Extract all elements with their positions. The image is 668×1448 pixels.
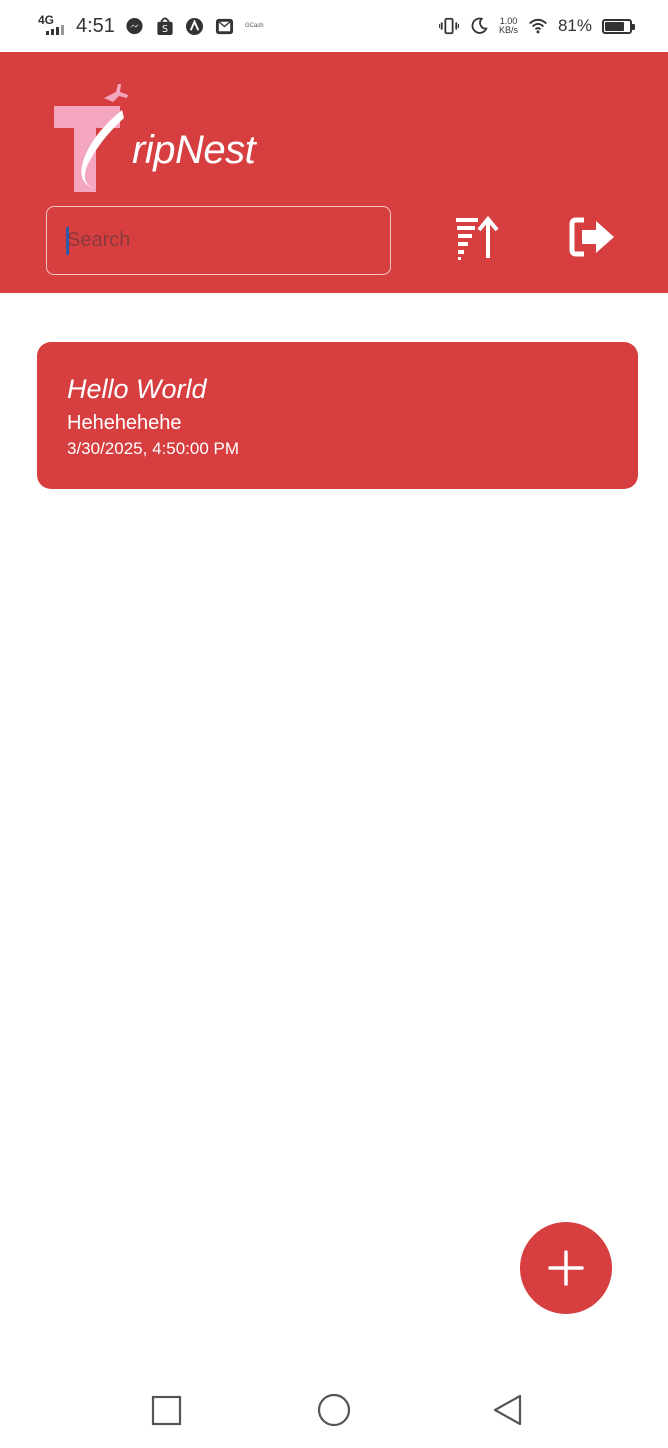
add-note-button[interactable] [520, 1222, 612, 1314]
wifi-icon [528, 16, 548, 36]
sort-ascending-icon [456, 215, 499, 260]
note-timestamp: 3/30/2025, 4:50:00 PM [67, 439, 240, 458]
app-name: ripNest [132, 128, 256, 172]
cellular-signal-icon: 4G [38, 13, 66, 39]
sort-button[interactable] [452, 212, 502, 262]
app-logo: ripNest [52, 78, 272, 198]
network-speed: 1.00 KB/s [499, 17, 518, 35]
navigation-bar [0, 1368, 668, 1448]
shopee-icon: S [155, 16, 175, 36]
moon-icon [469, 16, 489, 36]
svg-text:S: S [162, 24, 168, 35]
text-cursor [66, 227, 69, 255]
gmail-icon [215, 16, 235, 36]
plus-icon [548, 1250, 584, 1286]
gcash-label: GCash [244, 23, 264, 29]
status-bar: 4G 4:51 S GCash 1.00 KB/s 81% [0, 0, 668, 52]
logout-button[interactable] [568, 214, 618, 260]
back-icon [493, 1394, 522, 1426]
note-card[interactable]: Hello World Hehehehehe 3/30/2025, 4:50:0… [37, 342, 638, 489]
search-field[interactable] [46, 206, 391, 275]
home-icon [317, 1393, 351, 1427]
note-body: Hehehehehe [67, 412, 182, 434]
logout-icon [569, 217, 614, 257]
app-header: ripNest [0, 52, 668, 293]
battery-percent: 81% [557, 16, 592, 35]
clock: 4:51 [76, 14, 115, 37]
search-input[interactable] [47, 228, 390, 253]
network-speed-unit: KB/s [498, 25, 518, 35]
note-title: Hello World [67, 374, 207, 404]
battery-icon [602, 18, 635, 34]
app-icon [185, 16, 205, 36]
recent-apps-icon [151, 1395, 182, 1426]
home-button[interactable] [315, 1393, 351, 1429]
recent-apps-button[interactable] [148, 1393, 184, 1429]
messenger-icon [125, 16, 145, 36]
battery-level [605, 21, 625, 31]
vibrate-icon [438, 16, 459, 36]
back-button[interactable] [490, 1393, 526, 1429]
